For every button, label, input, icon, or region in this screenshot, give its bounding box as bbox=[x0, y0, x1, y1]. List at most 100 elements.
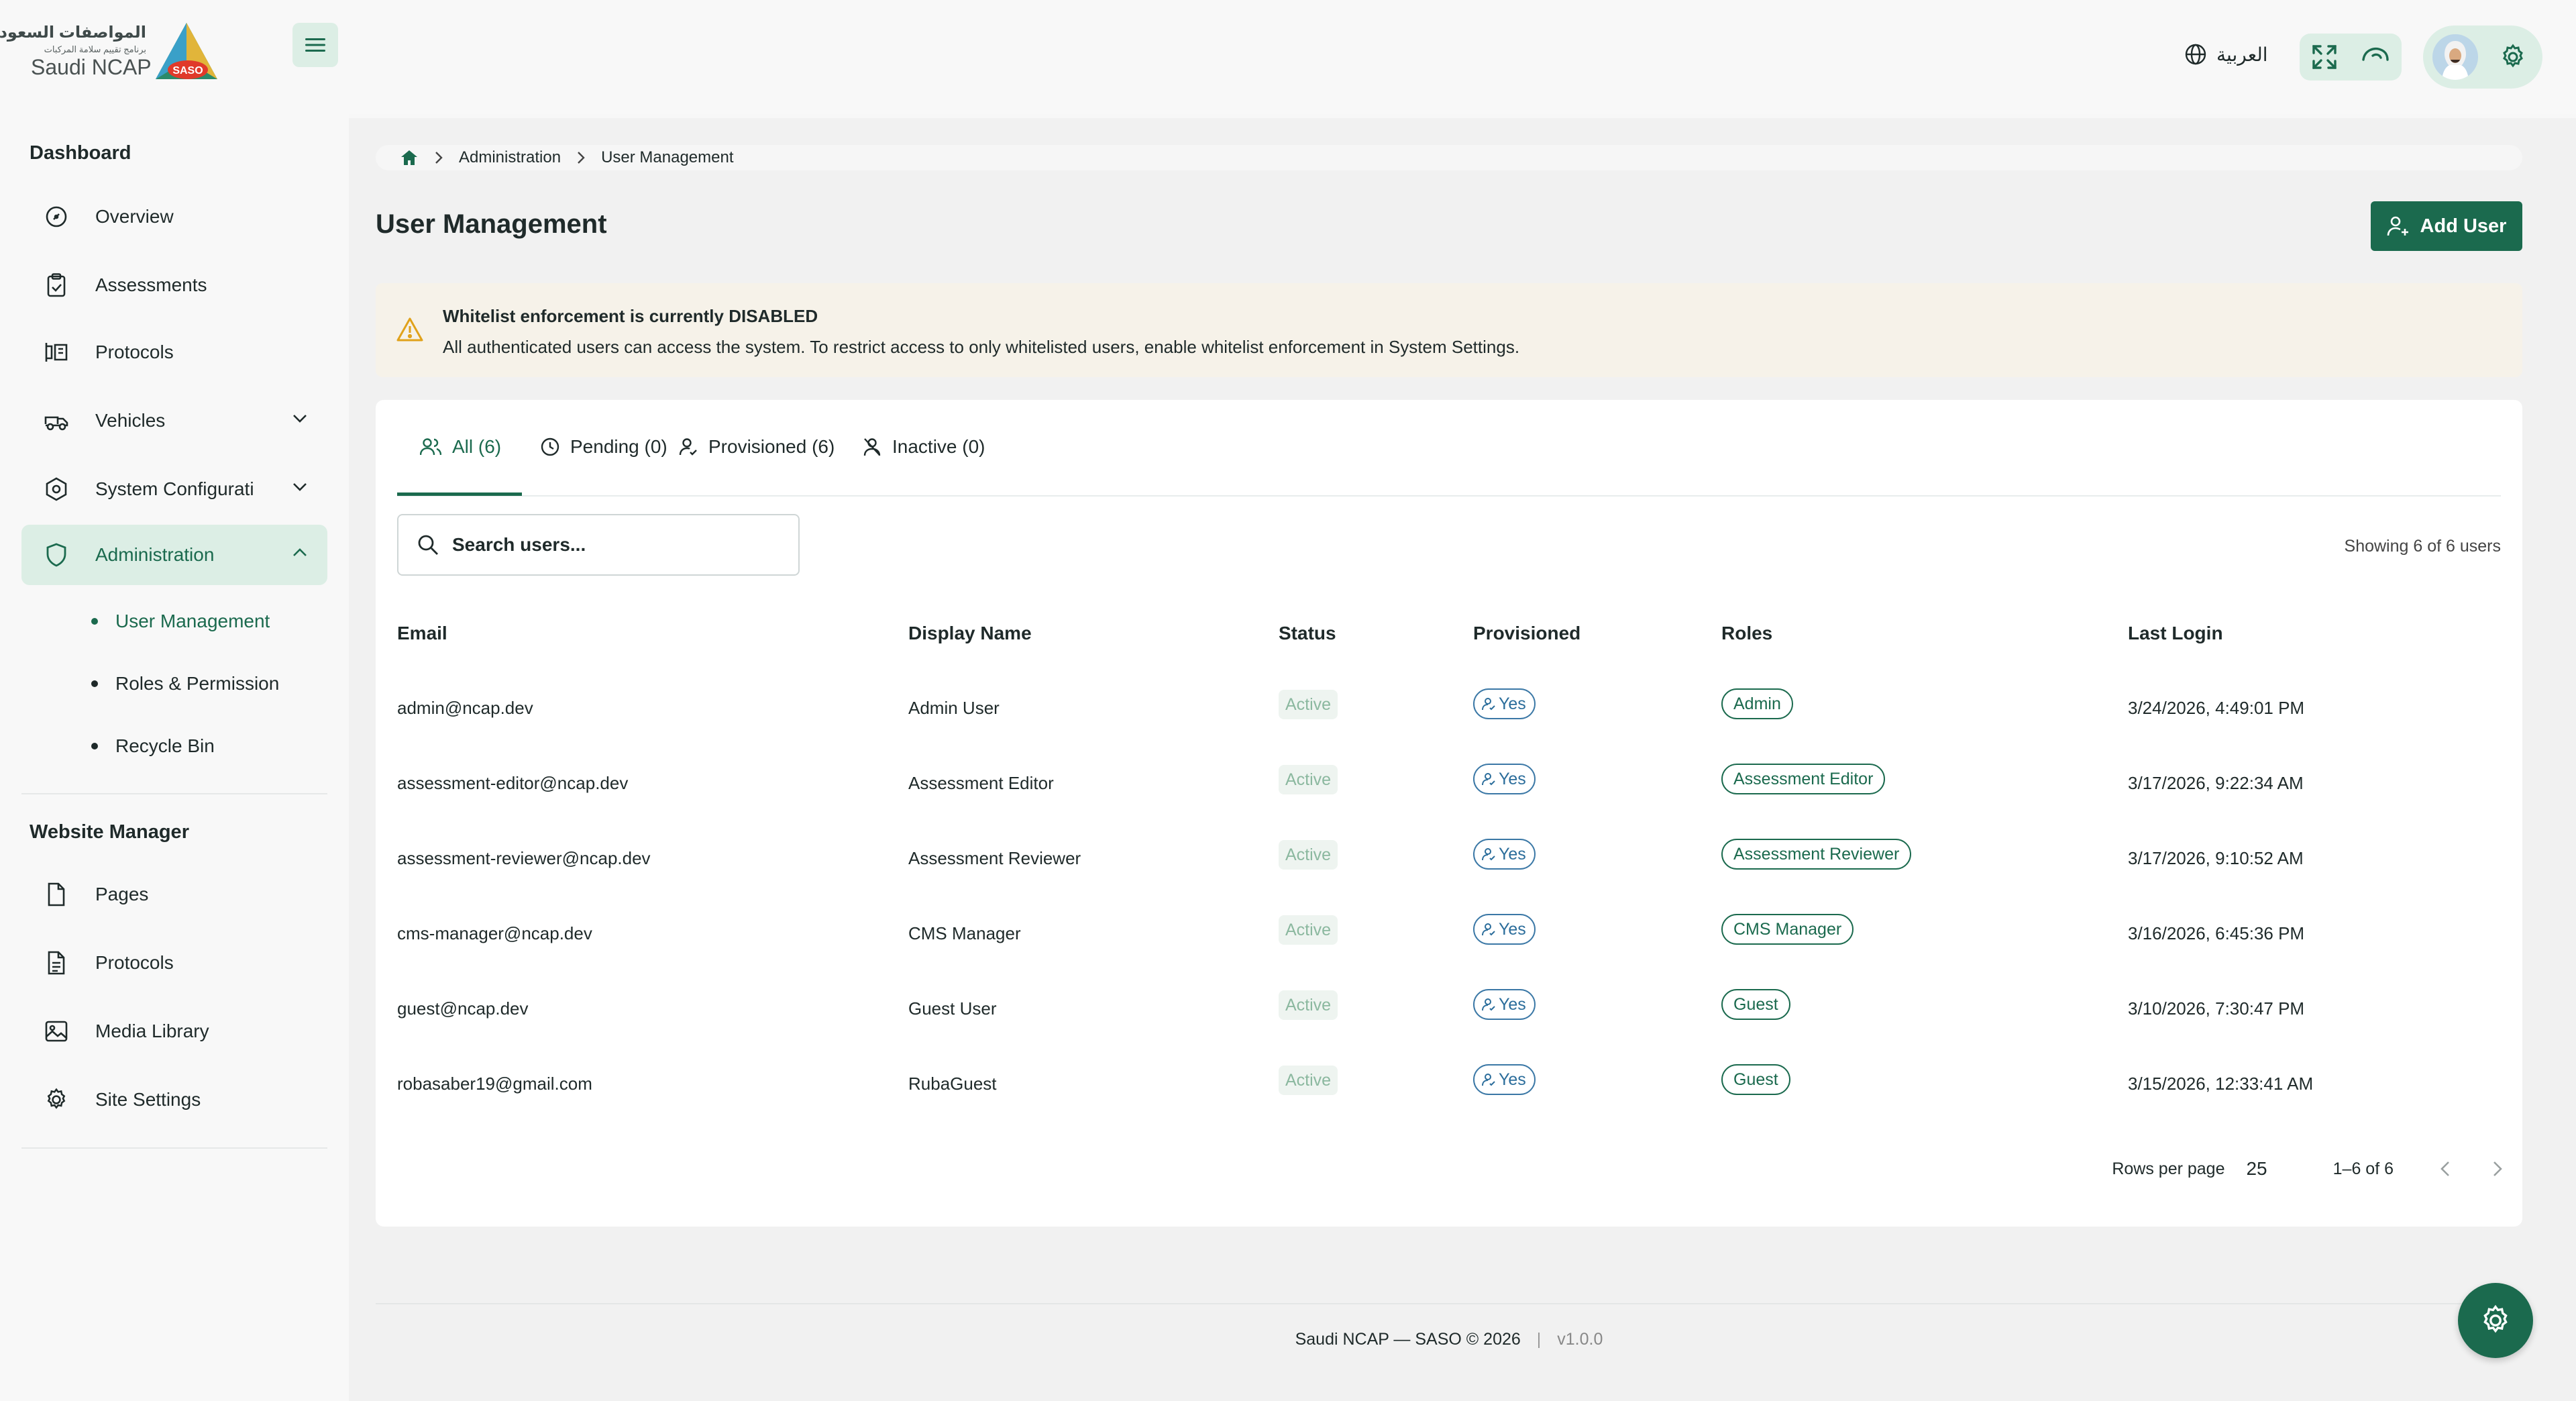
tab-provisioned[interactable]: Provisioned (6) bbox=[679, 433, 835, 460]
sidebar-item-assessments[interactable]: Assessments bbox=[21, 255, 327, 315]
sidebar-item-label: Assessments bbox=[95, 274, 207, 295]
logo-arabic-title: المواصفات السعودية bbox=[0, 23, 146, 42]
sidebar-item-overview[interactable]: Overview bbox=[21, 187, 327, 247]
user-icon bbox=[1481, 997, 1496, 1012]
provisioned-badge: Yes bbox=[1473, 839, 1536, 870]
role-badge: Guest bbox=[1721, 989, 1790, 1020]
status-badge: Active bbox=[1279, 765, 1338, 794]
table-row[interactable]: cms-manager@ncap.dev CMS Manager Active … bbox=[397, 898, 2501, 973]
user-icon bbox=[1481, 1072, 1496, 1087]
theme-icon[interactable] bbox=[2361, 44, 2390, 70]
home-icon[interactable] bbox=[400, 149, 419, 166]
footer-separator: | bbox=[1536, 1330, 1542, 1349]
fullscreen-icon[interactable] bbox=[2311, 44, 2338, 70]
gauge-icon bbox=[43, 203, 70, 230]
table-row[interactable]: robasaber19@gmail.com RubaGuest Active Y… bbox=[397, 1048, 2501, 1123]
chevron-down-icon[interactable] bbox=[292, 482, 307, 491]
saudi-ncap-logo[interactable]: المواصفات السعودية برنامج تقييم سلامة ال… bbox=[0, 17, 223, 85]
chevron-down-icon[interactable] bbox=[292, 413, 307, 423]
alert-message: All authenticated users can access the s… bbox=[443, 337, 1520, 357]
results-count: Showing 6 of 6 users bbox=[2344, 537, 2501, 556]
sidebar-toggle-button[interactable] bbox=[292, 23, 338, 67]
cell-display-name: Admin User bbox=[908, 698, 1000, 718]
footer-divider bbox=[376, 1303, 2522, 1304]
user-menu[interactable] bbox=[2423, 25, 2542, 89]
sidebar-item-protocols[interactable]: Protocols bbox=[21, 322, 327, 382]
sidebar-item-media-library[interactable]: Media Library bbox=[21, 1001, 327, 1061]
search-icon bbox=[417, 534, 439, 556]
column-header-status[interactable]: Status bbox=[1279, 623, 1336, 644]
sidebar-item-system-configuration[interactable]: System Configurati bbox=[21, 459, 327, 519]
column-header-display-name[interactable]: Display Name bbox=[908, 623, 1032, 644]
table-row[interactable]: assessment-reviewer@ncap.dev Assessment … bbox=[397, 823, 2501, 898]
column-header-last-login[interactable]: Last Login bbox=[2128, 623, 2223, 644]
sidebar-divider bbox=[21, 793, 327, 794]
column-header-provisioned[interactable]: Provisioned bbox=[1473, 623, 1580, 644]
role-badge: CMS Manager bbox=[1721, 914, 1854, 945]
file-text-icon bbox=[43, 949, 70, 976]
pagination: Rows per page 25 1–6 of 6 bbox=[2112, 1158, 2502, 1180]
chevron-right-icon[interactable] bbox=[2493, 1161, 2502, 1177]
status-badge: Active bbox=[1279, 840, 1338, 870]
tab-label: All (6) bbox=[452, 436, 502, 457]
provisioned-badge: Yes bbox=[1473, 688, 1536, 719]
user-check-icon bbox=[679, 437, 698, 456]
breadcrumb-link-administration[interactable]: Administration bbox=[459, 148, 561, 167]
sidebar-item-administration[interactable]: Administration bbox=[21, 525, 327, 585]
rows-per-page-select[interactable]: 25 bbox=[2246, 1158, 2267, 1180]
sidebar-subitem-roles-permission[interactable]: Roles & Permission bbox=[91, 673, 279, 694]
sidebar-subitem-user-management[interactable]: User Management bbox=[91, 611, 270, 632]
footer-copyright: Saudi NCAP — SASO © 2026 bbox=[1295, 1330, 1521, 1349]
chevron-left-icon[interactable] bbox=[2440, 1161, 2450, 1177]
sidebar-item-vehicles[interactable]: Vehicles bbox=[21, 391, 327, 451]
rows-per-page-label: Rows per page bbox=[2112, 1159, 2225, 1178]
search-box[interactable] bbox=[397, 514, 800, 576]
add-user-icon bbox=[2387, 215, 2410, 237]
cell-last-login: 3/24/2026, 4:49:01 PM bbox=[2128, 698, 2305, 718]
globe-icon bbox=[2184, 43, 2207, 66]
bullet-icon bbox=[91, 680, 98, 687]
sidebar-subitem-label: Recycle Bin bbox=[115, 735, 215, 756]
search-input[interactable] bbox=[452, 534, 774, 556]
breadcrumb-current: User Management bbox=[601, 148, 734, 166]
provisioned-badge: Yes bbox=[1473, 764, 1536, 794]
sidebar-subitem-recycle-bin[interactable]: Recycle Bin bbox=[91, 735, 215, 757]
user-icon bbox=[1481, 922, 1496, 937]
users-icon bbox=[420, 437, 441, 456]
column-header-email[interactable]: Email bbox=[397, 623, 447, 644]
vehicle-icon bbox=[43, 407, 70, 434]
whitelist-warning-alert: Whitelist enforcement is currently DISAB… bbox=[376, 283, 2522, 377]
tab-all[interactable]: All (6) bbox=[420, 433, 501, 460]
breadcrumb: Administration User Management bbox=[376, 145, 2522, 170]
tab-inactive[interactable]: Inactive (0) bbox=[863, 433, 985, 460]
table-row[interactable]: admin@ncap.dev Admin User Active Yes Adm… bbox=[397, 672, 2501, 747]
sidebar-item-site-settings[interactable]: Site Settings bbox=[21, 1070, 327, 1130]
avatar[interactable] bbox=[2432, 34, 2478, 80]
table-row[interactable]: guest@ncap.dev Guest User Active Yes Gue… bbox=[397, 973, 2501, 1048]
cell-last-login: 3/15/2026, 12:33:41 AM bbox=[2128, 1074, 2314, 1094]
status-badge: Active bbox=[1279, 915, 1338, 945]
table-row[interactable]: assessment-editor@ncap.dev Assessment Ed… bbox=[397, 747, 2501, 823]
sidebar-item-website-protocols[interactable]: Protocols bbox=[21, 933, 327, 993]
gear-icon bbox=[2479, 1304, 2512, 1337]
saso-emblem-icon: SASO bbox=[153, 20, 220, 82]
column-header-roles[interactable]: Roles bbox=[1721, 623, 1772, 644]
add-user-button[interactable]: Add User bbox=[2371, 201, 2522, 251]
tab-pending[interactable]: Pending (0) bbox=[541, 433, 667, 460]
user-off-icon bbox=[863, 437, 881, 457]
provisioned-badge: Yes bbox=[1473, 1064, 1536, 1095]
settings-icon[interactable] bbox=[2500, 44, 2526, 70]
sidebar-section-website-manager: Website Manager bbox=[30, 821, 189, 843]
cell-email: cms-manager@ncap.dev bbox=[397, 923, 592, 943]
sidebar-subitem-label: User Management bbox=[115, 611, 270, 631]
user-icon bbox=[1481, 772, 1496, 786]
sidebar-item-pages[interactable]: Pages bbox=[21, 864, 327, 925]
provisioned-label: Yes bbox=[1499, 994, 1526, 1014]
chevron-up-icon[interactable] bbox=[292, 548, 307, 557]
clock-icon bbox=[541, 437, 559, 456]
protocol-icon bbox=[43, 339, 70, 366]
floating-settings-button[interactable] bbox=[2458, 1283, 2533, 1358]
sidebar-item-label: Protocols bbox=[95, 342, 174, 362]
gear-icon bbox=[43, 1086, 70, 1113]
language-switch-button[interactable]: العربية bbox=[2184, 43, 2268, 66]
